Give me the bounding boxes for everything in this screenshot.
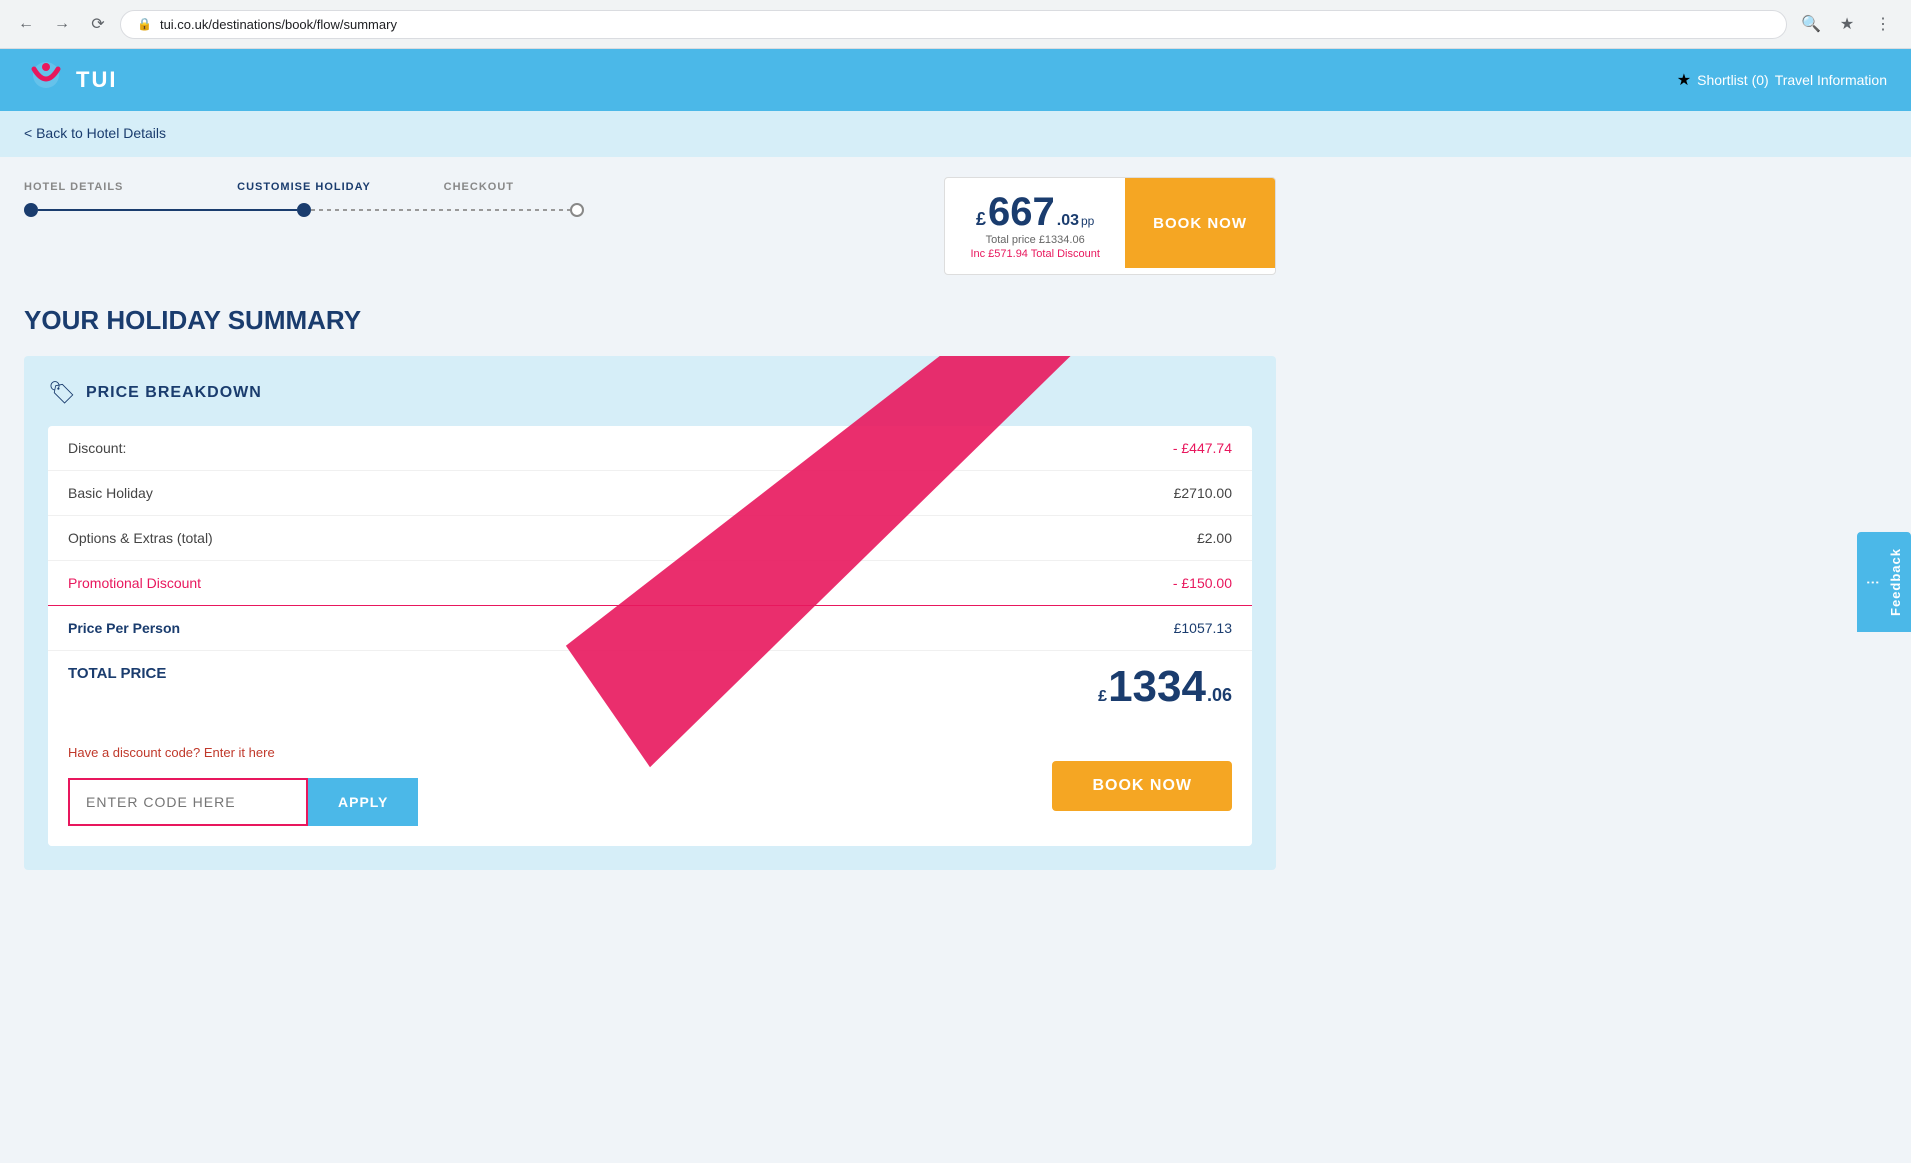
feedback-dots-icon: ⋮ xyxy=(1865,575,1880,589)
back-to-hotel-link[interactable]: < Back to Hotel Details xyxy=(24,125,166,141)
price-pound: £ xyxy=(976,209,986,230)
forward-button[interactable]: → xyxy=(48,10,76,38)
total-label: TOTAL PRICE xyxy=(68,665,166,709)
breakdown-row-discount: Discount: - £447.74 xyxy=(48,426,1252,471)
price-dec: .03 xyxy=(1057,212,1079,230)
breakdown-row-ppp: Price Per Person £1057.13 xyxy=(48,606,1252,651)
total-pound: £ xyxy=(1098,688,1107,706)
page-title: YOUR HOLIDAY SUMMARY xyxy=(24,305,1276,336)
browser-right-icons: 🔍 ★ ⋮ xyxy=(1795,8,1899,40)
price-per-person: pp xyxy=(1081,214,1094,228)
discount-code-area: Have a discount code? Enter it here APPL… xyxy=(68,745,418,826)
steps-and-pricing: HOTEL DETAILS CUSTOMISE HOLIDAY CHECKOUT xyxy=(24,177,1276,275)
discount-code-input[interactable] xyxy=(68,778,308,826)
sub-header: < Back to Hotel Details xyxy=(0,111,1911,157)
breakdown-row-options: Options & Extras (total) £2.00 xyxy=(48,516,1252,561)
feedback-tab[interactable]: ⋮ Feedback xyxy=(1857,532,1911,632)
search-icon-btn[interactable]: 🔍 xyxy=(1795,8,1827,40)
discount-and-book-row: Have a discount code? Enter it here APPL… xyxy=(48,729,1252,846)
apply-button[interactable]: APPLY xyxy=(308,778,418,826)
browser-chrome: ← → ⟳ 🔒 tui.co.uk/destinations/book/flow… xyxy=(0,0,1911,49)
row-value-discount: - £447.74 xyxy=(1173,440,1232,456)
total-dec: .06 xyxy=(1207,685,1232,706)
row-label-ppp: Price Per Person xyxy=(68,620,180,636)
tui-logo: TUI xyxy=(24,61,117,99)
book-now-header-button[interactable]: BOOK NOW xyxy=(1125,178,1275,268)
price-breakdown-title: PRICE BREAKDOWN xyxy=(86,384,262,402)
url-text: tui.co.uk/destinations/book/flow/summary xyxy=(160,17,397,32)
tui-header: TUI ★ Shortlist (0) Travel Information xyxy=(0,49,1911,111)
row-label-options: Options & Extras (total) xyxy=(68,530,213,546)
progress-bar xyxy=(24,203,584,217)
price-row-top: £ 667 .03 pp xyxy=(965,192,1105,232)
menu-icon-btn[interactable]: ⋮ xyxy=(1867,8,1899,40)
row-label-discount: Discount: xyxy=(68,440,126,456)
pricing-and-btn: £ 667 .03 pp Total price £1334.06 Inc £5… xyxy=(944,177,1276,275)
address-bar[interactable]: 🔒 tui.co.uk/destinations/book/flow/summa… xyxy=(120,10,1787,39)
price-tag-icon: 🏷 xyxy=(48,380,76,406)
shortlist-link[interactable]: Shortlist (0) xyxy=(1697,72,1769,88)
step-dot-hotel xyxy=(24,203,38,217)
total-price-display: £ 1334 .06 xyxy=(1098,665,1232,709)
step-label-hotel: HOTEL DETAILS xyxy=(24,181,123,193)
row-label-basic: Basic Holiday xyxy=(68,485,153,501)
step-dot-customise xyxy=(297,203,311,217)
progress-line-dashed xyxy=(311,209,570,211)
step-dot-checkout xyxy=(570,203,584,217)
price-info-box: £ 667 .03 pp Total price £1334.06 Inc £5… xyxy=(945,178,1125,274)
progress-line-solid xyxy=(38,209,297,211)
steps-section: HOTEL DETAILS CUSTOMISE HOLIDAY CHECKOUT xyxy=(24,177,944,217)
star-icon: ★ xyxy=(1677,70,1691,90)
price-breakdown-card: 🏷 PRICE BREAKDOWN Discount: - £447.74 xyxy=(24,356,1276,870)
lock-icon: 🔒 xyxy=(137,17,152,31)
row-value-ppp: £1057.13 xyxy=(1174,620,1232,636)
book-now-bottom-button[interactable]: BOOK NOW xyxy=(1052,761,1232,811)
reload-button[interactable]: ⟳ xyxy=(84,10,112,38)
row-value-basic: £2710.00 xyxy=(1174,485,1232,501)
feedback-label: Feedback xyxy=(1888,548,1903,616)
tui-logo-text: TUI xyxy=(76,67,117,93)
discount-code-label: Have a discount code? Enter it here xyxy=(68,745,418,760)
breakdown-row-promotional: Promotional Discount - £150.00 xyxy=(48,561,1252,606)
step-label-customise: CUSTOMISE HOLIDAY xyxy=(237,181,371,193)
row-value-promotional: - £150.00 xyxy=(1173,575,1232,591)
total-int: 1334 xyxy=(1108,665,1206,709)
breakdown-row-basic: Basic Holiday £2710.00 xyxy=(48,471,1252,516)
header-right-area: ★ Shortlist (0) Travel Information xyxy=(1677,70,1887,90)
breakdown-table: Discount: - £447.74 Basic Holiday £2710.… xyxy=(48,426,1252,846)
back-button[interactable]: ← xyxy=(12,10,40,38)
step-labels-row: HOTEL DETAILS CUSTOMISE HOLIDAY CHECKOUT xyxy=(24,177,584,195)
row-label-promotional: Promotional Discount xyxy=(68,575,201,591)
tui-logo-icon xyxy=(24,61,68,99)
price-int: 667 xyxy=(988,192,1055,232)
travel-info-link[interactable]: Travel Information xyxy=(1775,72,1887,88)
main-content: HOTEL DETAILS CUSTOMISE HOLIDAY CHECKOUT xyxy=(0,157,1300,890)
discount-tag: Inc £571.94 Total Discount xyxy=(965,248,1105,260)
price-breakdown-header: 🏷 PRICE BREAKDOWN xyxy=(48,380,1252,406)
breakdown-row-total: TOTAL PRICE £ 1334 .06 xyxy=(48,651,1252,729)
step-label-checkout: CHECKOUT xyxy=(444,181,514,193)
row-value-options: £2.00 xyxy=(1197,530,1232,546)
bookmark-icon-btn[interactable]: ★ xyxy=(1831,8,1863,40)
total-price-row: Total price £1334.06 xyxy=(965,234,1105,246)
discount-input-row: APPLY xyxy=(68,778,418,826)
